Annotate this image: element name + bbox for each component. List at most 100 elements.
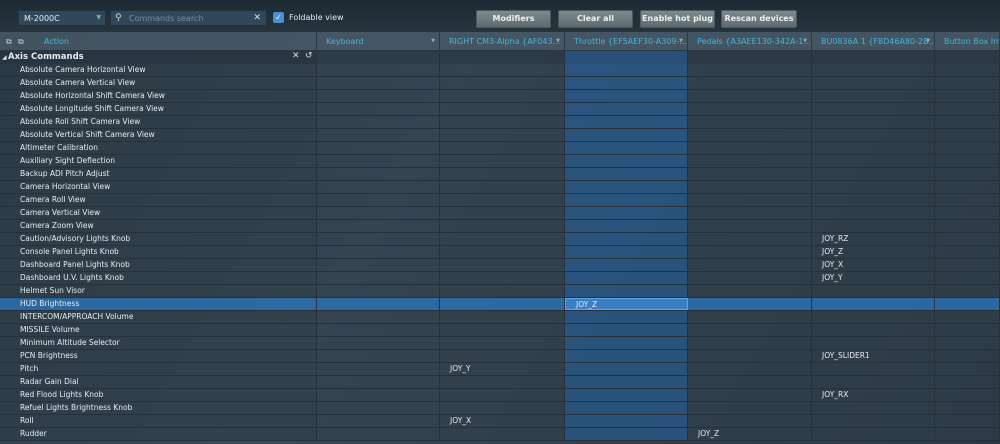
- binding-cell[interactable]: [317, 168, 440, 180]
- binding-cell[interactable]: [317, 428, 440, 440]
- table-row[interactable]: Absolute Roll Shift Camera View: [0, 116, 1000, 129]
- binding-cell[interactable]: [317, 181, 440, 193]
- binding-cell[interactable]: [935, 103, 1000, 115]
- binding-cell[interactable]: [317, 272, 440, 284]
- binding-cell[interactable]: [812, 103, 935, 115]
- binding-cell[interactable]: [812, 77, 935, 89]
- binding-cell[interactable]: [565, 77, 688, 89]
- table-row[interactable]: Pitch JOY_Y: [0, 363, 1000, 376]
- binding-cell[interactable]: [688, 285, 812, 297]
- binding-cell[interactable]: JOY_Y: [812, 272, 935, 284]
- clear-all-button[interactable]: Clear all: [558, 10, 633, 28]
- binding-cell[interactable]: [935, 285, 1000, 297]
- table-row[interactable]: Console Panel Lights Knob JOY_Z: [0, 246, 1000, 259]
- table-row[interactable]: Helmet Sun Visor: [0, 285, 1000, 298]
- table-row[interactable]: PCN Brightness JOY_SLIDER1: [0, 350, 1000, 363]
- binding-cell[interactable]: [812, 207, 935, 219]
- binding-cell[interactable]: [812, 337, 935, 349]
- binding-cell[interactable]: [565, 428, 688, 440]
- binding-cell[interactable]: [317, 324, 440, 336]
- binding-cell[interactable]: [935, 350, 1000, 362]
- aircraft-select[interactable]: M-2000C ▼: [18, 10, 106, 26]
- binding-cell[interactable]: [812, 324, 935, 336]
- binding-cell[interactable]: [317, 376, 440, 388]
- collapse-all-icon[interactable]: ⧉: [18, 32, 24, 51]
- binding-cell[interactable]: [935, 155, 1000, 167]
- binding-cell[interactable]: [317, 129, 440, 141]
- binding-cell[interactable]: JOY_Y: [440, 363, 565, 375]
- binding-cell[interactable]: [688, 194, 812, 206]
- binding-cell[interactable]: [440, 324, 565, 336]
- binding-cell[interactable]: [440, 311, 565, 323]
- binding-cell[interactable]: [688, 324, 812, 336]
- binding-cell[interactable]: [317, 116, 440, 128]
- binding-cell[interactable]: [812, 376, 935, 388]
- binding-cell[interactable]: [812, 402, 935, 414]
- binding-cell[interactable]: [440, 259, 565, 271]
- binding-cell[interactable]: [317, 233, 440, 245]
- binding-cell[interactable]: [565, 207, 688, 219]
- table-row[interactable]: Camera Roll View: [0, 194, 1000, 207]
- binding-cell[interactable]: [935, 233, 1000, 245]
- modifiers-button[interactable]: Modifiers: [476, 10, 551, 28]
- binding-cell[interactable]: [688, 181, 812, 193]
- binding-cell[interactable]: [812, 311, 935, 323]
- binding-cell[interactable]: [688, 207, 812, 219]
- dropdown-icon[interactable]: ▼: [803, 32, 807, 51]
- table-row[interactable]: MISSILE Volume: [0, 324, 1000, 337]
- binding-cell[interactable]: [688, 103, 812, 115]
- table-row[interactable]: Red Flood Lights Knob JOY_RX: [0, 389, 1000, 402]
- binding-cell[interactable]: [317, 207, 440, 219]
- binding-cell[interactable]: [935, 129, 1000, 141]
- binding-cell[interactable]: [812, 168, 935, 180]
- binding-cell[interactable]: [565, 233, 688, 245]
- binding-cell[interactable]: [565, 285, 688, 297]
- binding-cell[interactable]: [935, 207, 1000, 219]
- binding-cell[interactable]: [440, 77, 565, 89]
- binding-cell[interactable]: [935, 363, 1000, 375]
- binding-cell[interactable]: [565, 311, 688, 323]
- column-action[interactable]: ⧉ ⧉ Action: [0, 32, 317, 51]
- binding-cell[interactable]: JOY_X: [440, 415, 565, 427]
- binding-cell[interactable]: [440, 116, 565, 128]
- column-button-box[interactable]: Button Box Int: [935, 32, 1000, 51]
- binding-cell[interactable]: [935, 116, 1000, 128]
- binding-cell[interactable]: [565, 142, 688, 154]
- binding-cell[interactable]: [317, 298, 440, 310]
- binding-cell[interactable]: [440, 155, 565, 167]
- binding-cell[interactable]: [935, 220, 1000, 232]
- dropdown-icon[interactable]: ▼: [431, 32, 435, 51]
- binding-cell[interactable]: [565, 168, 688, 180]
- binding-cell[interactable]: [812, 142, 935, 154]
- binding-cell[interactable]: [935, 324, 1000, 336]
- binding-cell[interactable]: [812, 129, 935, 141]
- binding-cell[interactable]: JOY_SLIDER1: [812, 350, 935, 362]
- binding-cell[interactable]: [440, 376, 565, 388]
- binding-cell[interactable]: [317, 389, 440, 401]
- binding-cell[interactable]: [935, 194, 1000, 206]
- binding-cell[interactable]: [688, 77, 812, 89]
- binding-cell[interactable]: [935, 77, 1000, 89]
- binding-cell[interactable]: JOY_RZ: [812, 233, 935, 245]
- binding-cell[interactable]: JOY_Z: [565, 298, 688, 310]
- binding-cell[interactable]: [935, 90, 1000, 102]
- rescan-devices-button[interactable]: Rescan devices: [721, 10, 797, 28]
- table-row[interactable]: Camera Horizontal View: [0, 181, 1000, 194]
- binding-cell[interactable]: [812, 90, 935, 102]
- table-row[interactable]: Auxiliary Sight Deflection: [0, 155, 1000, 168]
- binding-cell[interactable]: [565, 272, 688, 284]
- binding-cell[interactable]: [440, 64, 565, 76]
- table-row[interactable]: Dashboard Panel Lights Knob JOY_X: [0, 259, 1000, 272]
- category-axis-commands[interactable]: ◢ Axis Commands ✕ ↺: [0, 51, 1000, 64]
- binding-cell[interactable]: [812, 64, 935, 76]
- binding-cell[interactable]: [440, 194, 565, 206]
- table-row[interactable]: INTERCOM/APPROACH Volume: [0, 311, 1000, 324]
- binding-cell[interactable]: [317, 220, 440, 232]
- column-bu0836a[interactable]: BU0836A 1 {F8D46A80-2B... ▼: [812, 32, 935, 51]
- binding-cell[interactable]: [812, 415, 935, 427]
- commands-search-input[interactable]: ⚲ Commands search ✕: [110, 10, 267, 26]
- column-keyboard[interactable]: Keyboard ▼: [317, 32, 440, 51]
- binding-cell[interactable]: [440, 207, 565, 219]
- binding-cell[interactable]: [440, 298, 565, 310]
- column-throttle[interactable]: Throttle {EF5AEF30-A309-... ▼: [565, 32, 688, 51]
